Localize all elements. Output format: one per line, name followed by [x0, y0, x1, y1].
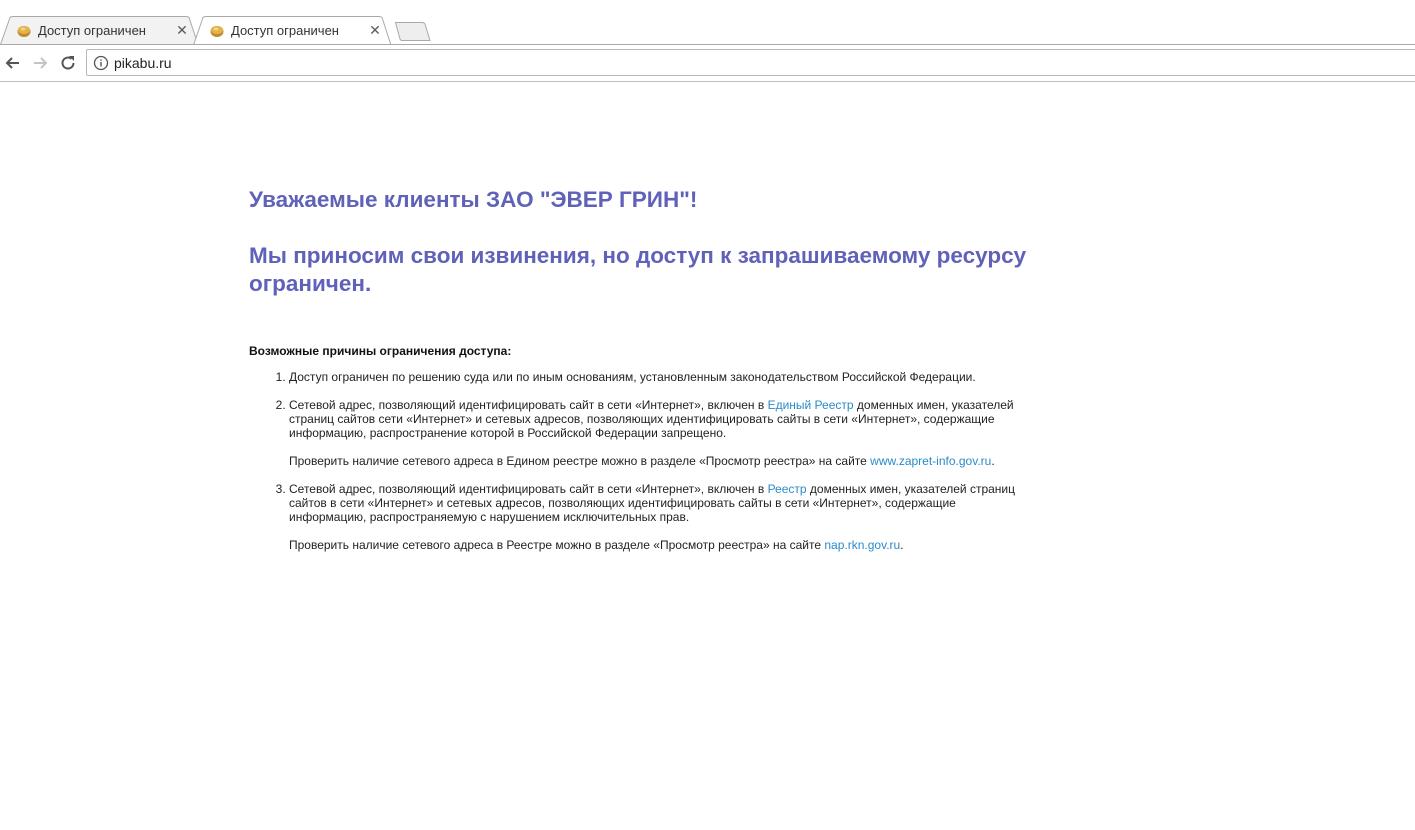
check-text-end: . — [900, 538, 904, 552]
reason-text: Сетевой адрес, позволяющий идентифициров… — [289, 398, 1029, 440]
reason-item: Сетевой адрес, позволяющий идентифициров… — [289, 482, 1029, 552]
arrow-right-icon[interactable] — [30, 53, 50, 73]
arrow-left-icon[interactable] — [3, 53, 23, 73]
cookie-favicon-icon — [17, 26, 31, 37]
block-notice: Уважаемые клиенты ЗАО "ЭВЕР ГРИН"! Мы пр… — [249, 186, 1029, 566]
tab-title: Доступ ограничен — [38, 23, 146, 38]
check-text: Проверить наличие сетевого адреса в Един… — [289, 454, 1029, 468]
page-heading-greeting: Уважаемые клиенты ЗАО "ЭВЕР ГРИН"! — [249, 187, 698, 212]
tab-active[interactable]: Доступ ограничен ✕ — [193, 16, 392, 45]
address-bar[interactable]: pikabu.ru — [86, 49, 1415, 76]
new-tab-icon[interactable] — [395, 22, 431, 41]
check-text-end: . — [991, 454, 995, 468]
cookie-favicon-icon — [210, 26, 224, 37]
registry-link[interactable]: Реестр — [768, 482, 807, 496]
info-circle-icon[interactable] — [93, 55, 109, 71]
reasons-list: Доступ ограничен по решению суда или по … — [249, 370, 1029, 552]
url-text[interactable]: pikabu.ru — [114, 55, 172, 71]
check-text-start: Проверить наличие сетевого адреса в Реес… — [289, 538, 825, 552]
toolbar-divider — [0, 81, 1415, 82]
reason-text-start: Сетевой адрес, позволяющий идентифициров… — [289, 398, 768, 412]
reason-text: Сетевой адрес, позволяющий идентифициров… — [289, 482, 1029, 524]
tab-title: Доступ ограничен — [231, 23, 339, 38]
registry-link[interactable]: Единый Реестр — [768, 398, 854, 412]
check-text-start: Проверить наличие сетевого адреса в Един… — [289, 454, 871, 468]
nap-rkn-link[interactable]: nap.rkn.gov.ru — [824, 538, 900, 552]
reason-item: Сетевой адрес, позволяющий идентифициров… — [289, 398, 1029, 468]
reason-text-start: Сетевой адрес, позволяющий идентифициров… — [289, 482, 768, 496]
reason-item: Доступ ограничен по решению суда или по … — [289, 370, 1029, 384]
tab-strip: Доступ ограничен ✕ Доступ ограничен ✕ — [0, 0, 1415, 45]
reload-icon[interactable] — [58, 53, 78, 73]
check-text: Проверить наличие сетевого адреса в Реес… — [289, 538, 1029, 552]
close-icon[interactable]: ✕ — [176, 23, 188, 37]
tab-inactive[interactable]: Доступ ограничен ✕ — [0, 16, 199, 45]
browser-toolbar: pikabu.ru — [0, 45, 1415, 81]
reasons-title: Возможные причины ограничения доступа: — [249, 344, 512, 358]
close-icon[interactable]: ✕ — [369, 23, 381, 37]
zapret-info-link[interactable]: www.zapret-info.gov.ru — [870, 454, 991, 468]
page-heading-apology: Мы приносим свои извинения, но доступ к … — [249, 243, 1027, 296]
reason-text: Доступ ограничен по решению суда или по … — [289, 370, 976, 384]
